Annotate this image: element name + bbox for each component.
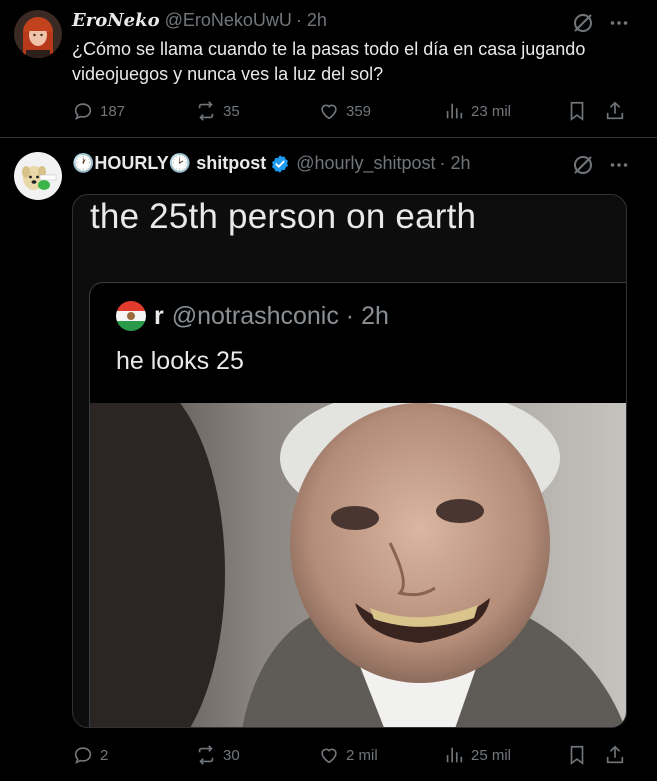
like-button[interactable]: 359: [318, 100, 371, 122]
elderly-man-smiling-photo: [90, 373, 626, 727]
post-header: 𝑬𝒓𝒐𝑵𝒆𝒌𝒐 @EroNekoUwU · 2h: [72, 10, 327, 31]
views-icon: [446, 103, 463, 119]
display-name[interactable]: 🕐HOURLY🕑 shitpost: [72, 153, 266, 174]
reply-count: 187: [100, 102, 126, 120]
bookmark-icon: [570, 101, 584, 121]
timestamp[interactable]: · 2h: [440, 153, 471, 174]
share-icon: [606, 745, 624, 764]
post-text: ¿Cómo se llama cuando te la pasas todo e…: [72, 39, 586, 84]
more-options-icon[interactable]: [609, 13, 629, 33]
view-count: 25 mil: [471, 746, 512, 764]
views-icon: [446, 747, 463, 763]
repost-count: 35: [223, 102, 240, 120]
grok-icon[interactable]: [571, 153, 595, 177]
share-icon: [606, 101, 624, 120]
repost-button[interactable]: 30: [195, 744, 240, 766]
share-button[interactable]: [604, 100, 626, 122]
heart-icon: [321, 748, 337, 764]
share-button[interactable]: [604, 744, 626, 766]
post-hourly-shitpost[interactable]: 🕐HOURLY🕑 shitpost @hourly_shitpost · 2h …: [0, 138, 657, 781]
timestamp[interactable]: · 2h: [296, 10, 327, 31]
like-count: 2 mil: [346, 746, 378, 764]
repost-count: 30: [223, 746, 240, 764]
views-button[interactable]: 23 mil: [443, 100, 511, 122]
handle[interactable]: @hourly_shitpost: [296, 153, 435, 174]
quoted-post-screenshot: r @notrashconic · 2h he looks 25: [89, 282, 626, 727]
reply-icon: [74, 747, 92, 764]
display-name[interactable]: 𝑬𝒓𝒐𝑵𝒆𝒌𝒐: [72, 10, 160, 31]
post-top-icons: [571, 153, 629, 177]
reply-icon: [74, 103, 92, 120]
quoted-avatar: [116, 301, 146, 331]
display-name-hourly: HOURLY: [94, 153, 169, 173]
repost-icon: [198, 101, 214, 121]
display-name-shitpost: shitpost: [191, 153, 267, 173]
reply-button[interactable]: 2: [72, 744, 108, 766]
quoted-handle: @notrashconic · 2h: [171, 301, 389, 330]
view-count: 23 mil: [471, 102, 512, 120]
repost-icon: [198, 745, 214, 765]
avatar[interactable]: [14, 10, 62, 58]
clock-one-emoji: 🕐: [72, 153, 95, 173]
more-options-icon[interactable]: [609, 155, 629, 175]
post-eroneko[interactable]: 𝑬𝒓𝒐𝑵𝒆𝒌𝒐 @EroNekoUwU · 2h ¿Cómo se llama …: [0, 0, 657, 137]
repost-button[interactable]: 35: [195, 100, 240, 122]
views-button[interactable]: 25 mil: [443, 744, 511, 766]
post-top-icons: [571, 11, 629, 35]
bookmark-button[interactable]: [566, 100, 588, 122]
meme-caption: the 25th person on earth: [90, 197, 477, 236]
verified-badge-icon: [270, 154, 290, 174]
avatar[interactable]: [14, 152, 62, 200]
like-count: 359: [346, 102, 372, 120]
action-bar: 2 30 2 mil 25 mil: [72, 744, 632, 768]
quoted-text: he looks 25: [116, 347, 244, 375]
heart-icon: [321, 104, 337, 120]
reply-button[interactable]: 187: [72, 100, 125, 122]
clock-two-emoji: 🕑: [168, 153, 192, 173]
quoted-name: r: [154, 301, 164, 330]
post-media-image[interactable]: the 25th person on earth r @notrashconic…: [72, 194, 627, 728]
post-header: 🕐HOURLY🕑 shitpost @hourly_shitpost · 2h: [72, 153, 471, 174]
bookmark-icon: [570, 745, 584, 765]
grok-icon[interactable]: [571, 11, 595, 35]
handle[interactable]: @EroNekoUwU: [165, 10, 292, 31]
reply-count: 2: [100, 746, 109, 764]
bookmark-button[interactable]: [566, 744, 588, 766]
action-bar: 187 35 359 23 mil: [72, 100, 632, 124]
quoted-post-header: r @notrashconic · 2h: [116, 301, 389, 331]
like-button[interactable]: 2 mil: [318, 744, 378, 766]
